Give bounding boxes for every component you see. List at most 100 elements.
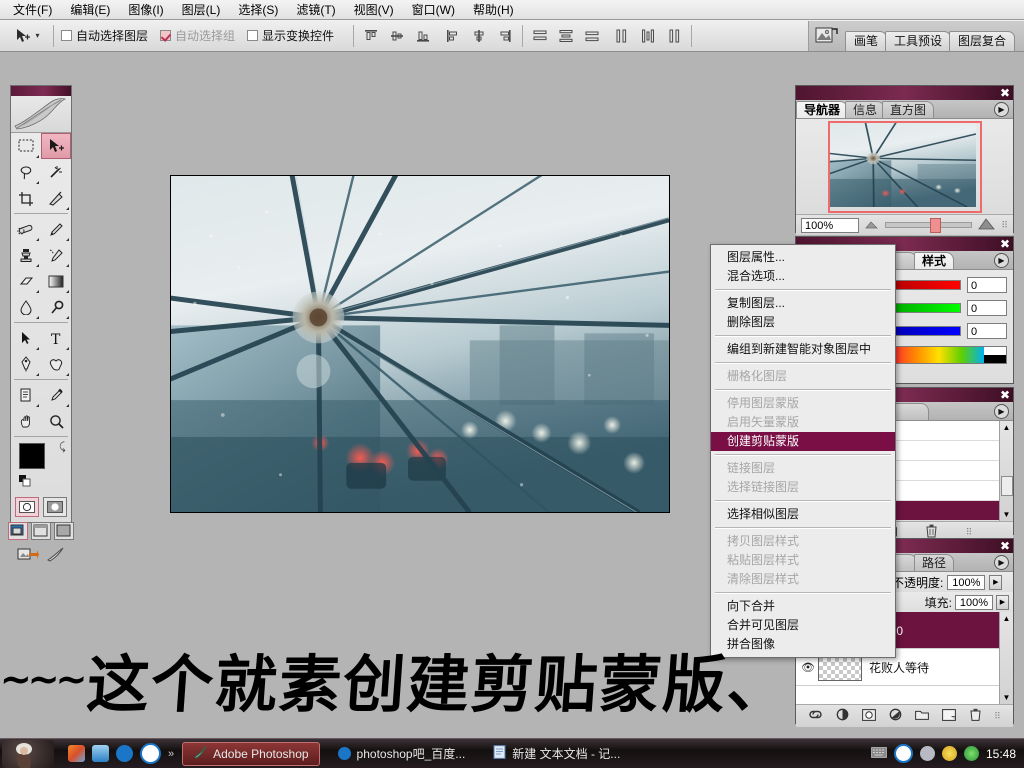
- zoom-in-icon[interactable]: [978, 217, 996, 233]
- green-value-field[interactable]: 0: [967, 300, 1007, 316]
- navigator-view-box[interactable]: [827, 120, 982, 213]
- document-canvas[interactable]: [170, 175, 670, 513]
- notes-tool[interactable]: [11, 382, 41, 408]
- new-layer-icon[interactable]: [942, 708, 956, 724]
- type-tool[interactable]: T: [41, 325, 71, 351]
- healing-brush-tool[interactable]: [11, 216, 41, 242]
- tab-paths[interactable]: 路径: [914, 554, 955, 571]
- eraser-tool[interactable]: [11, 268, 41, 294]
- close-icon[interactable]: ✖: [1000, 539, 1010, 553]
- swap-colors-icon[interactable]: ⤹: [59, 441, 66, 454]
- quick-mask-mode-icon[interactable]: [43, 497, 67, 517]
- start-button[interactable]: [2, 739, 54, 768]
- delete-layer-icon[interactable]: [969, 708, 982, 724]
- context-item-select-similar-layers[interactable]: 选择相似图层: [711, 505, 895, 524]
- toolbox-drag-handle[interactable]: [11, 86, 71, 96]
- auto-select-layer-checkbox[interactable]: [61, 30, 72, 41]
- pen-tool[interactable]: [11, 351, 41, 377]
- blue-value-field[interactable]: 0: [967, 323, 1007, 339]
- distribute-vertical-centers-icon[interactable]: [556, 26, 576, 46]
- tab-navigator[interactable]: 导航器: [796, 101, 849, 118]
- align-top-edges-icon[interactable]: [361, 26, 381, 46]
- opacity-field[interactable]: 100%: [947, 574, 986, 590]
- align-left-edges-icon[interactable]: [443, 26, 463, 46]
- fill-field[interactable]: 100%: [955, 594, 993, 610]
- update-icon[interactable]: [941, 746, 957, 761]
- dodge-tool[interactable]: [41, 294, 71, 320]
- zoom-slider-knob[interactable]: [930, 218, 942, 233]
- foreground-color-swatch[interactable]: [19, 443, 45, 469]
- custom-shape-tool[interactable]: [41, 351, 71, 377]
- layer-name[interactable]: 花败人等待: [869, 659, 929, 676]
- tool-preset-picker[interactable]: ▾: [8, 23, 46, 49]
- resize-grip-icon[interactable]: ⠿: [966, 527, 973, 538]
- menu-view[interactable]: 视图(V): [345, 0, 403, 20]
- context-item-blending-options[interactable]: 混合选项...: [711, 267, 895, 286]
- jump-to-tool-icon[interactable]: [45, 546, 65, 567]
- taskbar-item-photoshop[interactable]: Adobe Photoshop: [182, 741, 320, 766]
- menu-image[interactable]: 图像(I): [119, 0, 172, 20]
- menu-help[interactable]: 帮助(H): [464, 0, 523, 20]
- blur-tool[interactable]: [11, 294, 41, 320]
- well-tab-brushes[interactable]: 画笔: [845, 31, 888, 51]
- auto-select-group-option[interactable]: 自动选择组: [160, 27, 235, 44]
- shield-icon[interactable]: [963, 746, 979, 761]
- lasso-tool[interactable]: [11, 159, 41, 185]
- layers-scrollbar[interactable]: ▲ ▼: [999, 612, 1013, 704]
- align-vertical-centers-icon[interactable]: [387, 26, 407, 46]
- zoom-out-icon[interactable]: [865, 218, 879, 232]
- show-transform-controls-checkbox[interactable]: [247, 30, 259, 41]
- new-group-icon[interactable]: [915, 709, 930, 723]
- magic-wand-tool[interactable]: [41, 159, 71, 185]
- resize-grip-icon[interactable]: ⠿: [994, 711, 1001, 722]
- eyedropper-tool[interactable]: [41, 382, 71, 408]
- black-swatch[interactable]: [984, 355, 1006, 363]
- zoom-slider[interactable]: [885, 218, 973, 233]
- taskbar-item-browser[interactable]: photoshop吧_百度...: [328, 743, 476, 765]
- opacity-stepper-icon[interactable]: ▶: [989, 574, 1003, 590]
- crop-tool[interactable]: [11, 185, 41, 211]
- tab-info[interactable]: 信息: [845, 101, 886, 118]
- kingsoft-icon[interactable]: [893, 744, 913, 763]
- layer-mask-icon[interactable]: [862, 708, 877, 724]
- tab-histogram[interactable]: 直方图: [882, 101, 935, 118]
- zoom-tool[interactable]: [41, 408, 71, 434]
- editor-icon[interactable]: [92, 745, 109, 762]
- white-black-swatches[interactable]: [984, 347, 1006, 363]
- more-chevron-icon[interactable]: »: [168, 748, 174, 760]
- red-value-field[interactable]: 0: [967, 277, 1007, 293]
- distribute-top-edges-icon[interactable]: [530, 26, 550, 46]
- well-tab-layer-comps[interactable]: 图层复合: [949, 31, 1016, 51]
- scroll-down-icon[interactable]: ▼: [1000, 691, 1013, 704]
- resize-grip-icon[interactable]: ⠿: [1001, 220, 1008, 231]
- kingsoft-icon[interactable]: [140, 743, 161, 764]
- close-icon[interactable]: ✖: [1000, 237, 1010, 251]
- distribute-bottom-edges-icon[interactable]: [582, 26, 602, 46]
- context-item-group-into-smart-object[interactable]: 编组到新建智能对象图层中: [711, 340, 895, 359]
- context-item-layer-properties[interactable]: 图层属性...: [711, 248, 895, 267]
- hand-tool[interactable]: [11, 408, 41, 434]
- scroll-up-icon[interactable]: ▲: [1000, 421, 1013, 434]
- close-icon[interactable]: ✖: [1000, 388, 1010, 402]
- menu-file[interactable]: 文件(F): [4, 0, 61, 20]
- menu-layer[interactable]: 图层(L): [173, 0, 230, 20]
- align-bottom-edges-icon[interactable]: [413, 26, 433, 46]
- distribute-left-edges-icon[interactable]: [612, 26, 632, 46]
- auto-select-layer-option[interactable]: 自动选择图层: [61, 27, 148, 44]
- context-item-duplicate-layer[interactable]: 复制图层...: [711, 294, 895, 313]
- context-item-merge-down[interactable]: 向下合并: [711, 597, 895, 616]
- scroll-up-icon[interactable]: ▲: [1000, 612, 1013, 625]
- fill-stepper-icon[interactable]: ▶: [996, 594, 1009, 610]
- palette-menu-icon[interactable]: ▶: [994, 555, 1009, 570]
- context-item-merge-visible[interactable]: 合并可见图层: [711, 616, 895, 635]
- navigator-preview[interactable]: [796, 119, 1013, 214]
- menu-select[interactable]: 选择(S): [229, 0, 287, 20]
- auto-select-group-checkbox[interactable]: [160, 30, 172, 41]
- taskbar-item-notepad[interactable]: 新建 文本文档 - 记...: [483, 743, 630, 765]
- align-right-edges-icon[interactable]: [495, 26, 515, 46]
- full-screen-mode-icon[interactable]: [54, 522, 74, 540]
- standard-screen-mode-icon[interactable]: [8, 522, 28, 540]
- show-transform-controls-option[interactable]: 显示变换控件: [247, 27, 334, 44]
- full-screen-with-menubar-icon[interactable]: [31, 522, 51, 540]
- default-colors-icon[interactable]: [19, 475, 31, 487]
